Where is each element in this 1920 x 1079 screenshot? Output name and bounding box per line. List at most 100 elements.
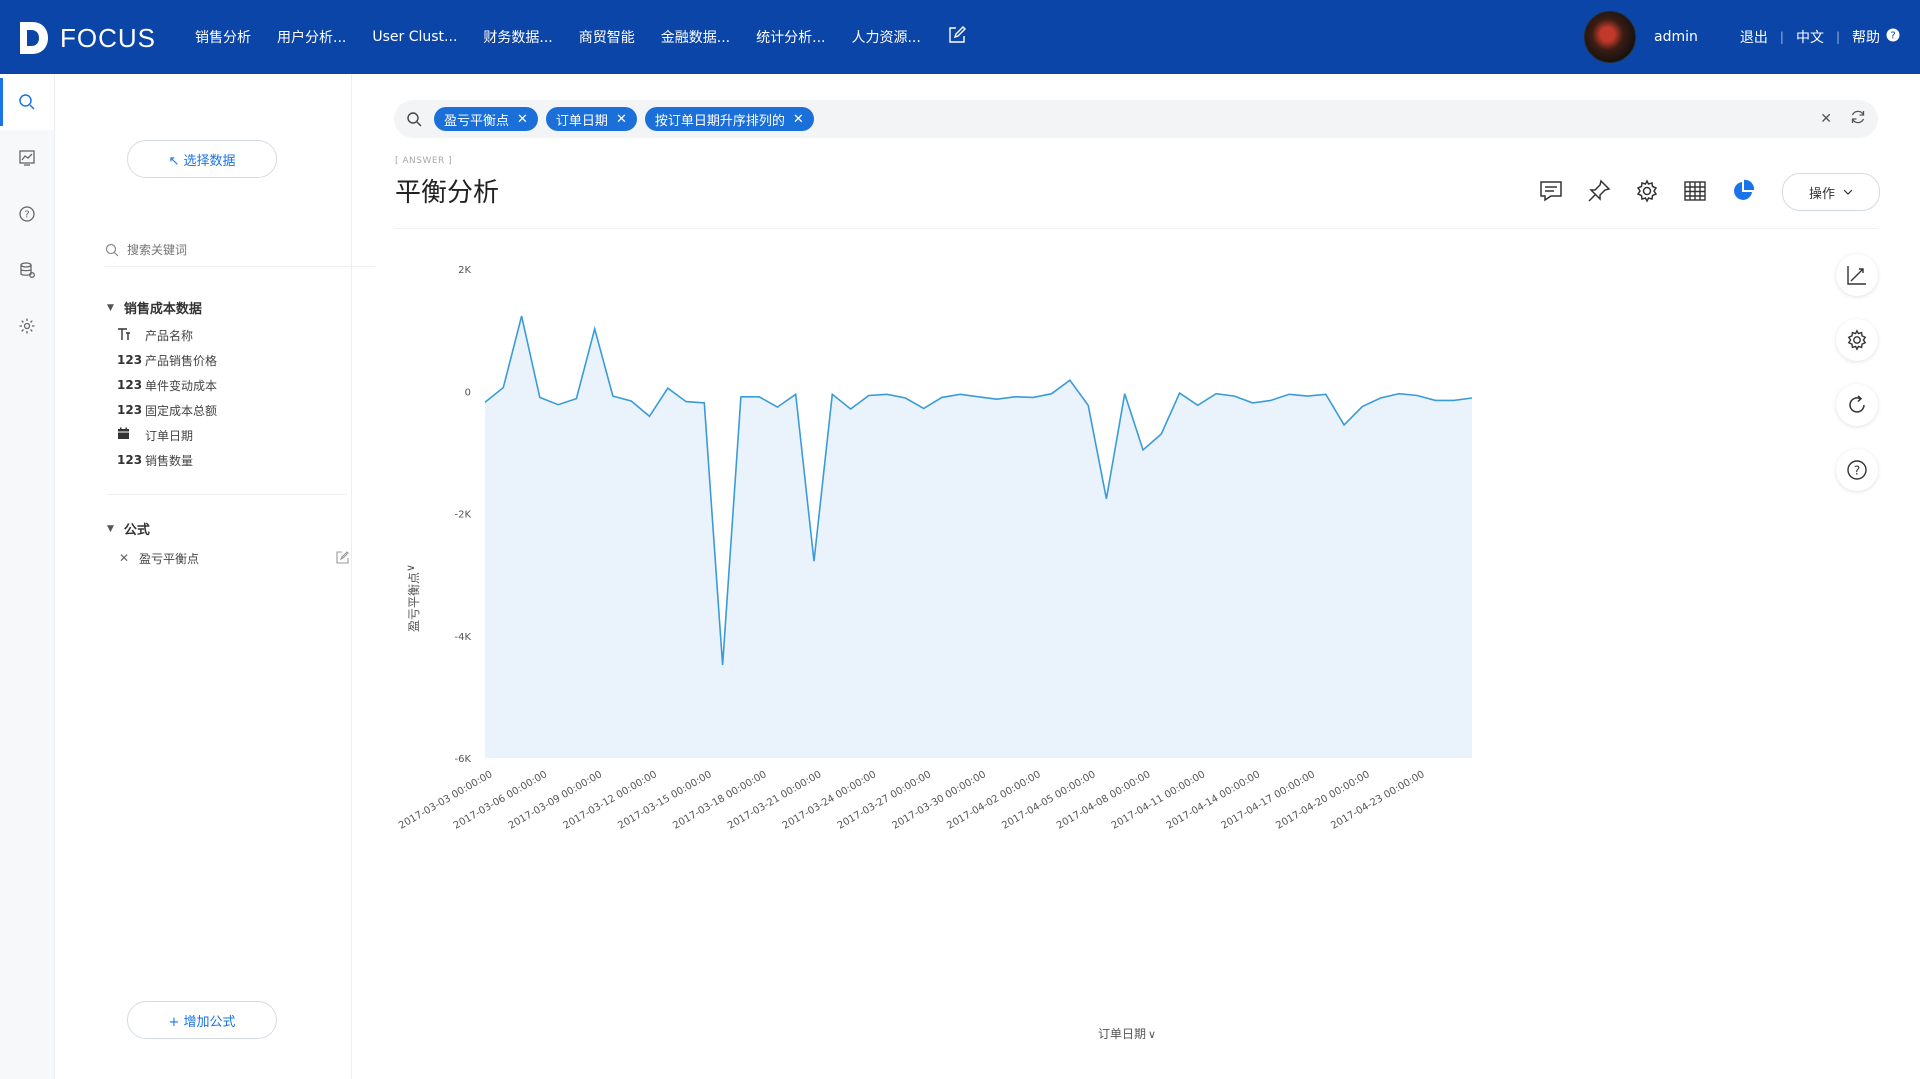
calendar-type-icon [117,427,145,443]
logout-link[interactable]: 退出 [1740,27,1768,47]
search-nav-button[interactable] [0,74,54,130]
x-tick-label: 2017-04-11 00:00:00 [1110,769,1207,832]
axis-settings-button[interactable] [1836,254,1878,296]
x-tick-label: 2017-04-05 00:00:00 [1000,769,1097,832]
x-tick-label: 2017-03-18 00:00:00 [671,769,768,832]
main-panel: 盈亏平衡点 ✕ 订单日期 ✕ 按订单日期升序排列的 ✕ ✕ [ ANSWER ] 平衡… [352,74,1920,1079]
number-type-icon: 123 [117,453,143,467]
field-name: 订单日期 [145,428,194,443]
question-icon: ? [1847,460,1867,480]
gear-icon [1847,329,1867,351]
database-icon [20,262,35,278]
icon-sidebar: ? [0,74,55,1079]
nav-item-hr[interactable]: 人力资源... [851,27,920,47]
x-tick-label: 2017-03-12 00:00:00 [562,769,659,832]
separator: | [1835,30,1840,44]
field-name: 固定成本总额 [145,403,218,418]
divider [107,494,347,495]
refresh-chart-button[interactable] [1836,384,1878,426]
data-nav-button[interactable] [0,242,54,298]
keyword-search-input[interactable] [125,242,329,258]
avatar[interactable] [1583,11,1636,63]
x-axis: 2017-03-03 00:00:002017-03-06 00:00:0020… [397,769,1427,832]
settings-nav-button[interactable] [0,298,54,354]
nav-item-financial-data[interactable]: 金融数据... [661,27,730,47]
x-tick-label: 2017-04-20 00:00:00 [1274,769,1371,832]
app-logo-text: FOCUS [60,22,156,53]
field-item[interactable]: 123 产品销售价格 [117,350,217,370]
question-icon: ? [19,206,35,222]
nav-item-trade-bi[interactable]: 商贸智能 [579,27,635,47]
nav-item-user-analysis[interactable]: 用户分析... [277,27,346,47]
x-tick-label: 2017-03-06 00:00:00 [452,769,549,832]
help-circle-icon[interactable]: ? [1886,28,1900,46]
svg-text:?: ? [1854,464,1860,478]
nav-item-user-cluster[interactable]: User Clust... [372,29,457,45]
chart-icon [19,150,35,166]
svg-text:?: ? [1890,31,1895,42]
chart-help-button[interactable]: ? [1836,449,1878,491]
number-type-icon: 123 [117,378,143,392]
y-axis-label[interactable]: 盈亏平衡点 [407,572,421,632]
group-sales-cost[interactable]: ▼ 销售成本数据 [107,298,202,317]
field-name: 产品名称 [145,328,194,343]
x-tick-label: 2017-03-27 00:00:00 [836,769,933,832]
x-axis-dropdown-icon[interactable]: ∨ [1148,1028,1156,1041]
formula-item[interactable]: ✕ 盈亏平衡点 [119,548,349,568]
x-axis-label[interactable]: 订单日期 [1098,1027,1146,1041]
keyword-search [105,234,375,267]
y-axis-dropdown-icon[interactable]: ∨ [404,564,417,572]
group-title: 销售成本数据 [123,302,202,317]
field-item[interactable]: 产品名称 [117,325,193,345]
formula-name: 盈亏平衡点 [139,551,200,566]
dashboard-nav-button[interactable] [0,130,54,186]
x-tick-label: 2017-04-08 00:00:00 [1055,769,1152,832]
x-tick-label: 2017-04-02 00:00:00 [945,769,1042,832]
x-tick-label: 2017-04-17 00:00:00 [1220,769,1317,832]
user-area: admin | 退出 | 中文 | 帮助 ? [1583,0,1920,74]
chart-side-tools: ? [1836,254,1878,514]
nav-item-finance[interactable]: 财务数据... [483,27,552,47]
data-sidebar: ↖ 选择数据 ▼ 销售成本数据 产品名称 123 产品销售价格 123 单件变动… [55,74,375,1079]
refresh-icon [1849,395,1865,413]
help-nav-button[interactable]: ? [0,186,54,242]
group-formula[interactable]: ▼ 公式 [107,519,150,538]
search-icon [19,94,35,110]
nav-item-statistics[interactable]: 统计分析... [756,27,825,47]
select-data-button[interactable]: ↖ 选择数据 [127,140,277,178]
x-tick-label: 2017-03-30 00:00:00 [891,769,988,832]
gear-icon [19,318,35,334]
add-formula-button[interactable]: + 增加公式 [127,1001,277,1039]
remove-formula-icon[interactable]: ✕ [119,551,139,565]
y-tick-label: -4K [454,632,471,643]
field-item[interactable]: 123 销售数量 [117,450,193,470]
y-tick-label: 0 [465,387,471,398]
x-tick-label: 2017-03-03 00:00:00 [397,769,494,832]
axis-icon [1847,266,1866,285]
nav-item-sales[interactable]: 销售分析 [195,27,251,47]
text-type-icon [117,327,145,344]
number-type-icon: 123 [117,353,143,367]
edit-formula-icon[interactable] [336,551,349,567]
field-item[interactable]: 订单日期 [117,425,193,445]
x-tick-label: 2017-03-21 00:00:00 [726,769,823,832]
edit-nav-icon[interactable] [948,26,966,48]
field-name: 产品销售价格 [145,353,218,368]
field-item[interactable]: 123 固定成本总额 [117,400,217,420]
chart-settings-button[interactable] [1836,319,1878,361]
field-item[interactable]: 123 单件变动成本 [117,375,217,395]
search-icon [105,243,119,257]
x-tick-label: 2017-04-23 00:00:00 [1329,769,1426,832]
caret-down-icon: ▼ [107,523,114,534]
y-tick-label: 2K [458,265,471,276]
main-nav: 销售分析 用户分析... User Clust... 财务数据... 商贸智能 … [182,0,966,74]
x-tick-label: 2017-04-14 00:00:00 [1165,769,1262,832]
field-name: 销售数量 [145,453,194,468]
caret-down-icon: ▼ [107,302,114,313]
username[interactable]: admin [1654,29,1698,45]
language-switch[interactable]: 中文 [1796,27,1824,47]
series-area [485,316,1472,758]
app-logo[interactable]: FOCUS [18,18,156,58]
separator: | [1779,30,1784,44]
help-link[interactable]: 帮助 [1852,27,1880,47]
